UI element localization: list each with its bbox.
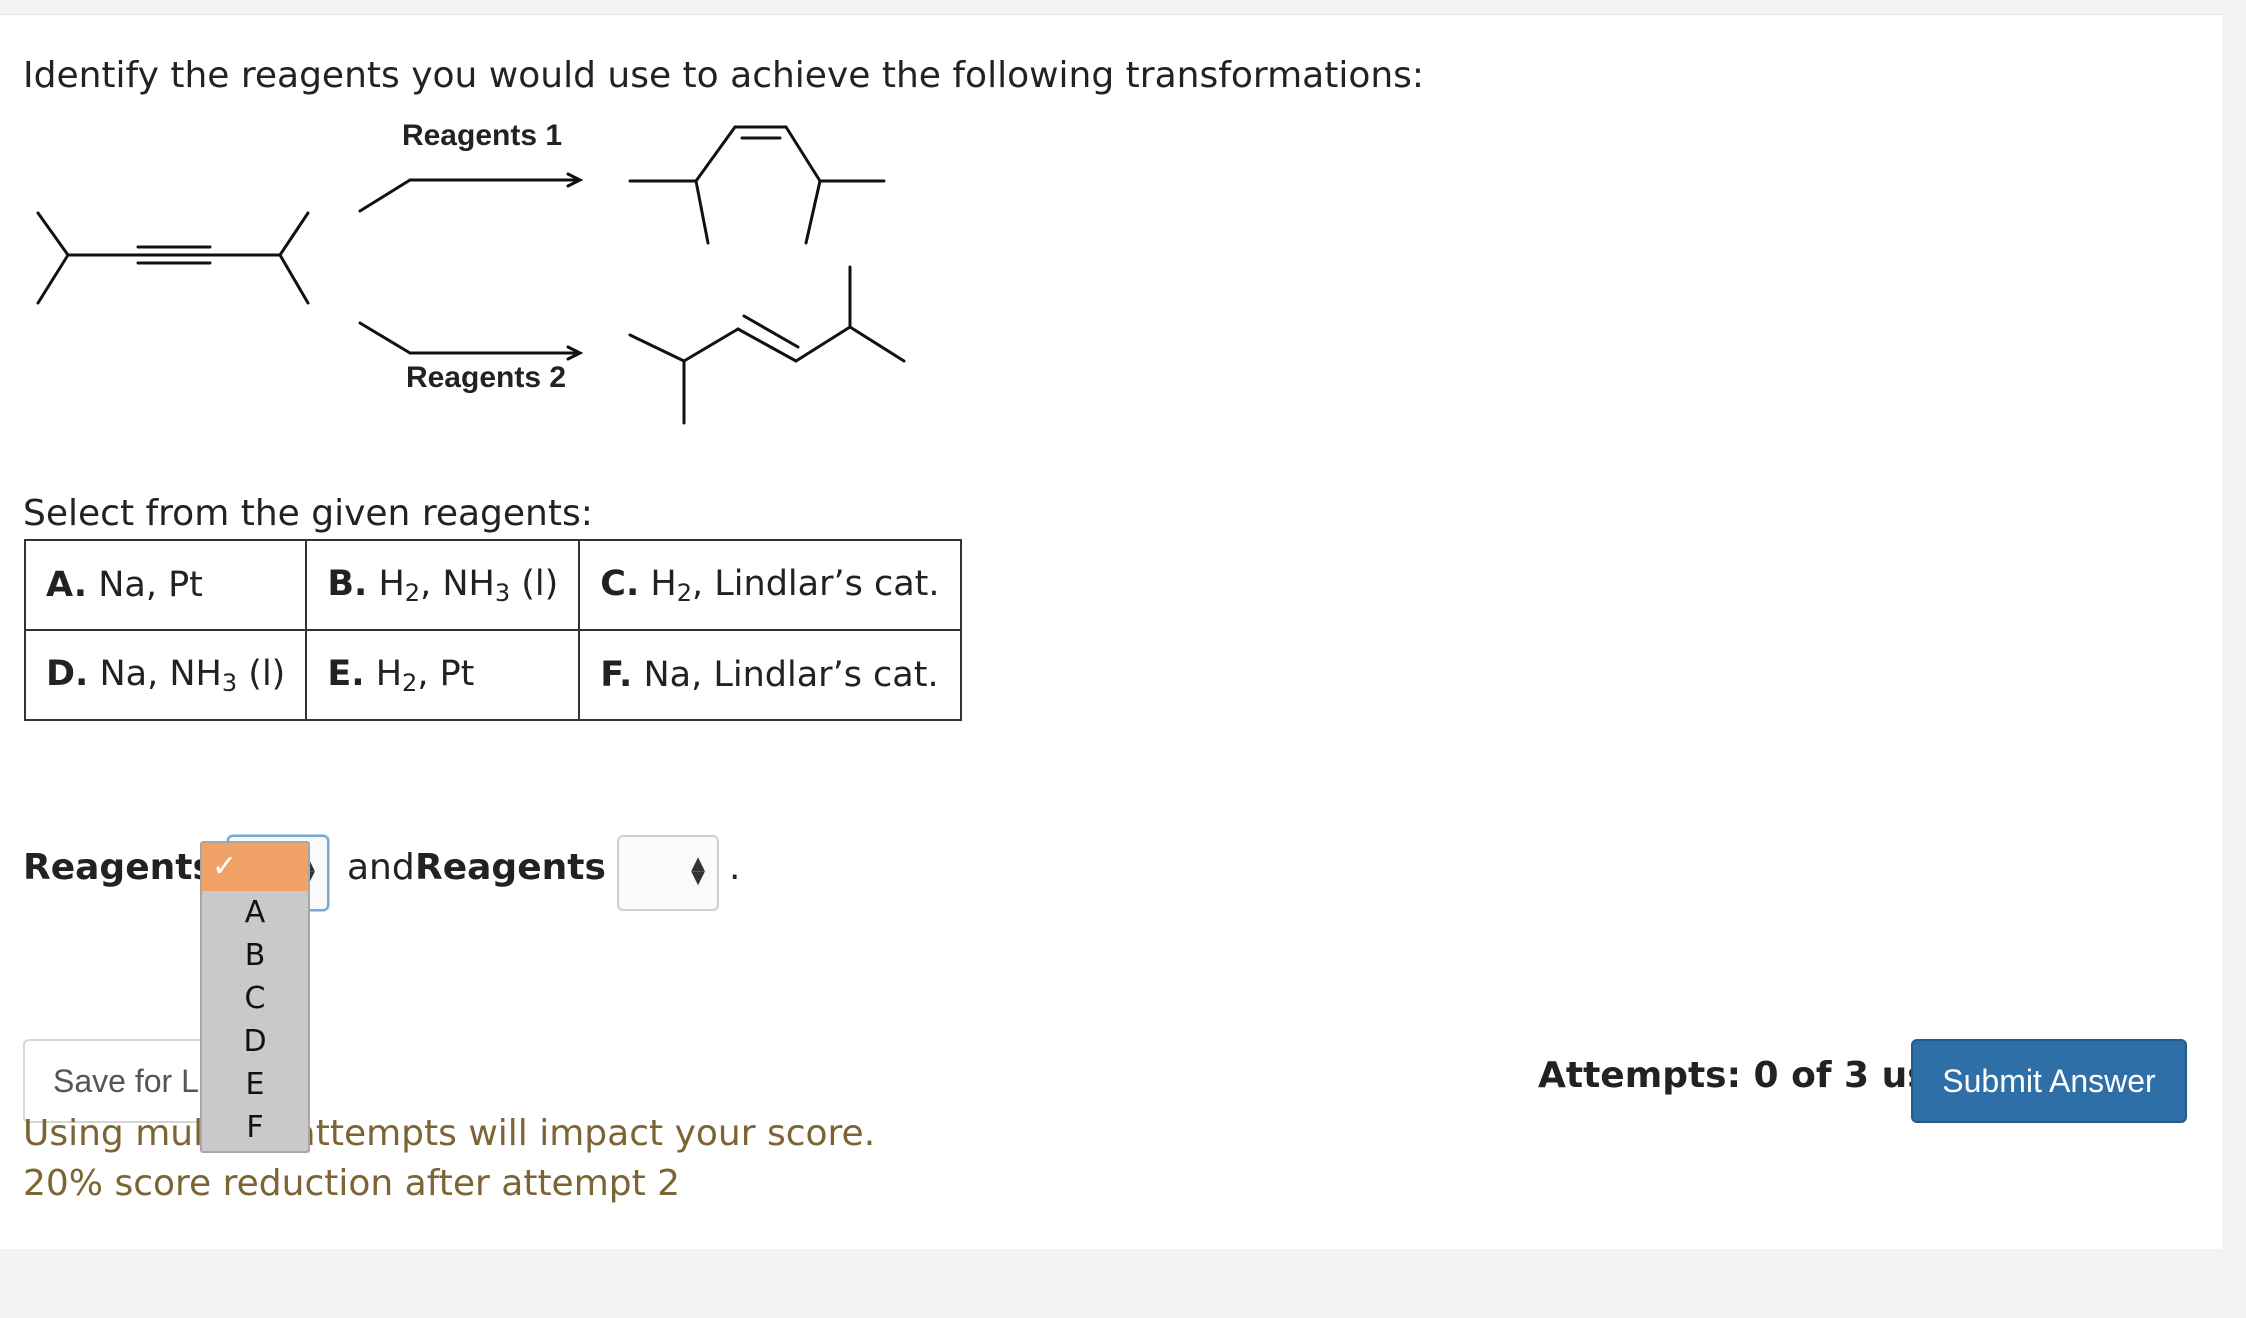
question-text: Identify the reagents you would use to a… [23, 55, 1425, 96]
select-arrows-icon: ▲▼ [691, 853, 705, 888]
question-card: Identify the reagents you would use to a… [0, 14, 2222, 1249]
option-d: D. Na, NH3 (l) [23, 629, 308, 721]
dropdown-option-f[interactable]: F [202, 1106, 308, 1149]
dropdown-option-b[interactable]: B [202, 934, 308, 977]
option-f: F. Na, Lindlar’s cat. [578, 629, 962, 721]
sentence-period: . [729, 847, 741, 888]
reaction-scheme: Reagents 1 Reagents 2 [36, 119, 906, 425]
dropdown-option-c[interactable]: C [202, 977, 308, 1020]
reagents-2-arrow-label: Reagents 2 [406, 361, 566, 394]
reagent-options-table: A. Na, Pt B. H2, NH3 (l) C. H2, Lindlar’… [23, 539, 962, 721]
score-reduction-note: 20% score reduction after attempt 2 [23, 1163, 681, 1204]
dropdown-option-a[interactable]: A [202, 891, 308, 934]
option-b: B. H2, NH3 (l) [305, 539, 581, 631]
option-c: C. H2, Lindlar’s cat. [578, 539, 962, 631]
select-instructions: Select from the given reagents: [23, 493, 593, 534]
reagents-1-dropdown-list[interactable]: ✓ A B C D E F [200, 841, 310, 1153]
bottom-arrow [358, 321, 584, 361]
starting-alkyne-structure [36, 211, 310, 305]
reagents-2-label: Reagents 2 [415, 847, 644, 888]
reagents-1-arrow-label: Reagents 1 [402, 119, 562, 152]
option-e: E. H2, Pt [305, 629, 581, 721]
submit-answer-button[interactable]: Submit Answer [1911, 1039, 2187, 1123]
trans-alkene-structure [628, 265, 906, 425]
cis-alkene-structure [628, 125, 886, 245]
and-label: and [347, 847, 415, 888]
dropdown-option-d[interactable]: D [202, 1020, 308, 1063]
reagents-2-select[interactable]: ▲ ▼ [617, 835, 719, 911]
top-arrow [358, 172, 584, 213]
dropdown-option-e[interactable]: E [202, 1063, 308, 1106]
dropdown-placeholder-option[interactable]: ✓ [202, 843, 308, 891]
option-a: A. Na, Pt [23, 539, 308, 631]
attempts-warning: Using multiple attempts will impact your… [23, 1113, 876, 1154]
